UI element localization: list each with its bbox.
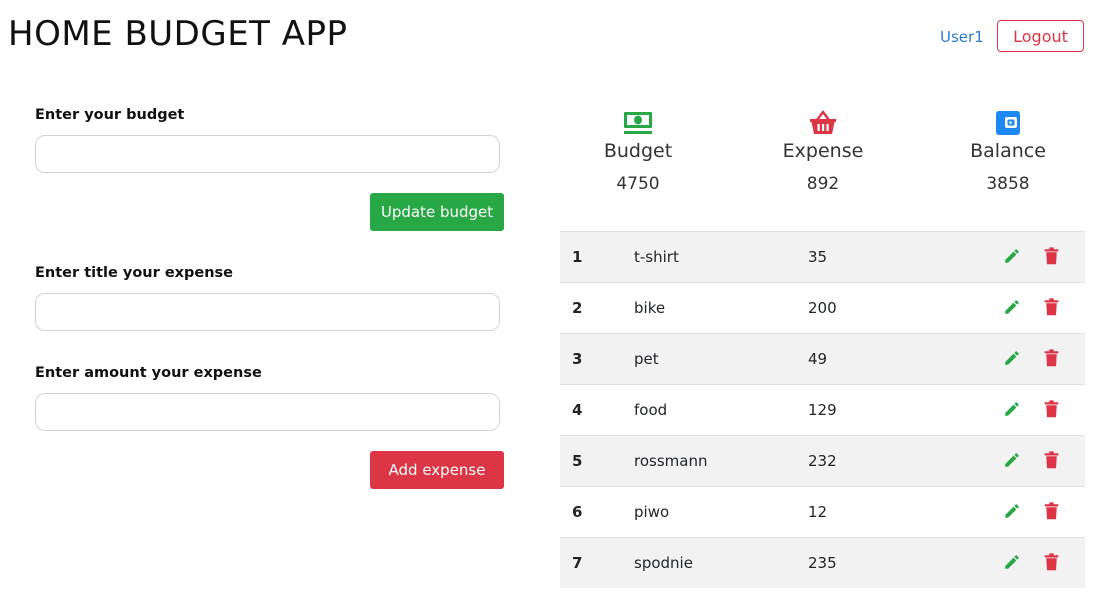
expense-summary-label: Expense	[782, 140, 864, 162]
wallet-icon	[996, 111, 1020, 135]
table-row: 5 rossmann 232	[560, 435, 1085, 486]
trash-icon[interactable]	[1044, 553, 1059, 571]
budget-summary-label: Budget	[603, 140, 673, 162]
row-amount: 49	[808, 350, 828, 368]
budget-input[interactable]	[35, 135, 500, 173]
row-number: 4	[572, 401, 583, 419]
user-link[interactable]: User1	[940, 28, 984, 46]
pencil-icon[interactable]	[1003, 451, 1021, 469]
expense-title-input[interactable]	[35, 293, 500, 331]
table-row: 2 bike 200	[560, 282, 1085, 333]
expense-summary-value: 892	[806, 174, 840, 194]
trash-icon[interactable]	[1044, 400, 1059, 418]
row-title: piwo	[634, 503, 670, 521]
row-amount: 35	[808, 248, 828, 266]
add-expense-button[interactable]: Add expense	[370, 451, 504, 489]
row-title: t-shirt	[634, 248, 679, 266]
expense-summary: Expense 892	[743, 110, 903, 194]
row-amount: 200	[808, 299, 837, 317]
balance-summary: Balance 3858	[928, 110, 1088, 194]
table-row: 3 pet 49	[560, 333, 1085, 384]
budget-summary: Budget 4750	[558, 110, 718, 194]
cash-icon	[624, 112, 652, 134]
trash-icon[interactable]	[1044, 247, 1059, 265]
row-amount: 235	[808, 554, 837, 572]
trash-icon[interactable]	[1044, 349, 1059, 367]
trash-icon[interactable]	[1044, 298, 1059, 316]
row-number: 5	[572, 452, 583, 470]
row-title: bike	[634, 299, 666, 317]
balance-summary-label: Balance	[970, 140, 1046, 162]
expense-amount-label: Enter amount your expense	[35, 365, 262, 381]
logout-button[interactable]: Logout	[997, 20, 1084, 52]
trash-icon[interactable]	[1044, 451, 1059, 469]
table-row: 1 t-shirt 35	[560, 231, 1085, 282]
expense-amount-input[interactable]	[35, 393, 500, 431]
basket-icon	[810, 110, 836, 134]
expense-table: 1 t-shirt 35 2 bike 200 3 pet 49 4 food …	[560, 231, 1085, 588]
row-title: pet	[634, 350, 659, 368]
row-amount: 129	[808, 401, 837, 419]
row-number: 2	[572, 299, 583, 317]
update-budget-button[interactable]: Update budget	[370, 193, 504, 231]
row-title: rossmann	[634, 452, 708, 470]
balance-summary-value: 3858	[986, 174, 1030, 194]
row-title: spodnie	[634, 554, 693, 572]
table-row: 7 spodnie 235	[560, 537, 1085, 588]
table-row: 6 piwo 12	[560, 486, 1085, 537]
pencil-icon[interactable]	[1003, 502, 1021, 520]
table-row: 4 food 129	[560, 384, 1085, 435]
budget-summary-value: 4750	[616, 174, 660, 194]
trash-icon[interactable]	[1044, 502, 1059, 520]
row-number: 1	[572, 248, 583, 266]
row-title: food	[634, 401, 668, 419]
pencil-icon[interactable]	[1003, 400, 1021, 418]
pencil-icon[interactable]	[1003, 553, 1021, 571]
pencil-icon[interactable]	[1003, 298, 1021, 316]
row-amount: 232	[808, 452, 837, 470]
budget-label: Enter your budget	[35, 107, 185, 123]
row-number: 3	[572, 350, 583, 368]
app-title: HOME BUDGET APP	[8, 14, 348, 54]
row-number: 7	[572, 554, 583, 572]
row-amount: 12	[808, 503, 828, 521]
pencil-icon[interactable]	[1003, 349, 1021, 367]
pencil-icon[interactable]	[1003, 247, 1021, 265]
row-number: 6	[572, 503, 583, 521]
expense-title-label: Enter title your expense	[35, 265, 234, 281]
